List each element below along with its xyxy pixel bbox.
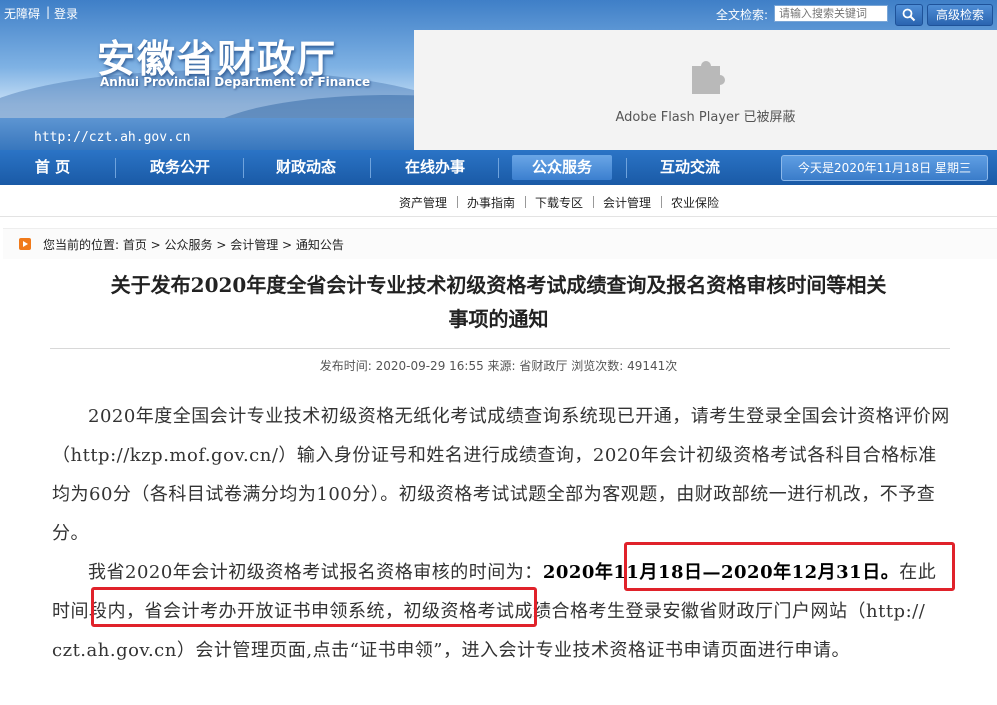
arrow-bullet-icon bbox=[19, 238, 31, 250]
nav-public-services[interactable]: 公众服务 bbox=[512, 155, 612, 180]
article-body: 2020年度全国会计专业技术初级资格无纸化考试成绩查询系统现已开通，请考生登录全… bbox=[52, 397, 950, 670]
sub-nav: 资产管理 办事指南 下载专区 会计管理 农业保险 bbox=[0, 186, 997, 217]
nav-divider bbox=[498, 158, 499, 178]
main-nav: 首 页 政务公开 财政动态 在线办事 公众服务 互动交流 今天是2020年11月… bbox=[0, 150, 997, 185]
breadcrumb-text[interactable]: 您当前的位置: 首页 > 公众服务 > 会计管理 > 通知公告 bbox=[43, 236, 344, 253]
accessibility-link[interactable]: 无障碍 bbox=[4, 5, 40, 22]
subnav-accounting-management[interactable]: 会计管理 bbox=[603, 194, 651, 211]
subnav-asset-management[interactable]: 资产管理 bbox=[399, 194, 447, 211]
article-meta: 发布时间: 2020-09-29 16:55 来源: 省财政厅 浏览次数: 49… bbox=[319, 359, 678, 373]
divider bbox=[50, 348, 950, 349]
nav-divider bbox=[370, 158, 371, 178]
nav-home[interactable]: 首 页 bbox=[10, 150, 95, 185]
article-paragraph: 2020年度全国会计专业技术初级资格无纸化考试成绩查询系统现已开通，请考生登录全… bbox=[52, 406, 950, 544]
search-input[interactable] bbox=[774, 5, 888, 22]
nav-online-services[interactable]: 在线办事 bbox=[385, 150, 485, 185]
nav-divider bbox=[115, 158, 116, 178]
article-title: 关于发布2020年度全省会计专业技术初级资格考试成绩查询及报名资格审核时间等相关… bbox=[30, 268, 967, 336]
nav-government-affairs[interactable]: 政务公开 bbox=[130, 150, 230, 185]
login-link[interactable]: 登录 bbox=[54, 5, 78, 22]
nav-finance-news[interactable]: 财政动态 bbox=[256, 150, 356, 185]
red-highlight-box bbox=[91, 587, 537, 627]
nav-divider bbox=[243, 158, 244, 178]
subnav-downloads[interactable]: 下载专区 bbox=[535, 194, 583, 211]
site-header: 无障碍 | 登录 安徽省财政厅 Anhui Provincial Departm… bbox=[0, 0, 997, 150]
nav-divider bbox=[626, 158, 627, 178]
site-url: http://czt.ah.gov.cn bbox=[34, 130, 191, 145]
red-highlight-box bbox=[624, 542, 955, 591]
subnav-agricultural-insurance[interactable]: 农业保险 bbox=[671, 194, 719, 211]
search-button[interactable] bbox=[895, 4, 923, 26]
flash-blocked-placeholder[interactable]: Adobe Flash Player 已被屏蔽 bbox=[414, 30, 997, 150]
util-separator: | bbox=[46, 5, 51, 19]
nav-interaction[interactable]: 互动交流 bbox=[640, 150, 740, 185]
subnav-divider bbox=[661, 196, 662, 208]
advanced-search-button[interactable]: 高级检索 bbox=[927, 4, 993, 26]
puzzle-piece-icon bbox=[692, 61, 725, 94]
search-label: 全文检索: bbox=[716, 8, 769, 22]
subnav-service-guide[interactable]: 办事指南 bbox=[467, 194, 515, 211]
subnav-divider bbox=[593, 196, 594, 208]
flash-blocked-message: Adobe Flash Player 已被屏蔽 bbox=[615, 110, 796, 125]
subnav-divider bbox=[525, 196, 526, 208]
paragraph-text: 我省2020年会计初级资格考试报名资格审核的时间为： bbox=[88, 562, 543, 583]
article-title-line: 关于发布2020年度全省会计专业技术初级资格考试成绩查询及报名资格审核时间等相关 bbox=[110, 273, 887, 297]
breadcrumb: 您当前的位置: 首页 > 公众服务 > 会计管理 > 通知公告 bbox=[3, 228, 997, 259]
site-subtitle: Anhui Provincial Department of Finance bbox=[100, 75, 371, 89]
article-title-line: 事项的通知 bbox=[448, 307, 549, 331]
subnav-divider bbox=[457, 196, 458, 208]
current-date: 今天是2020年11月18日 星期三 bbox=[781, 155, 988, 181]
magnifier-icon bbox=[902, 8, 916, 22]
